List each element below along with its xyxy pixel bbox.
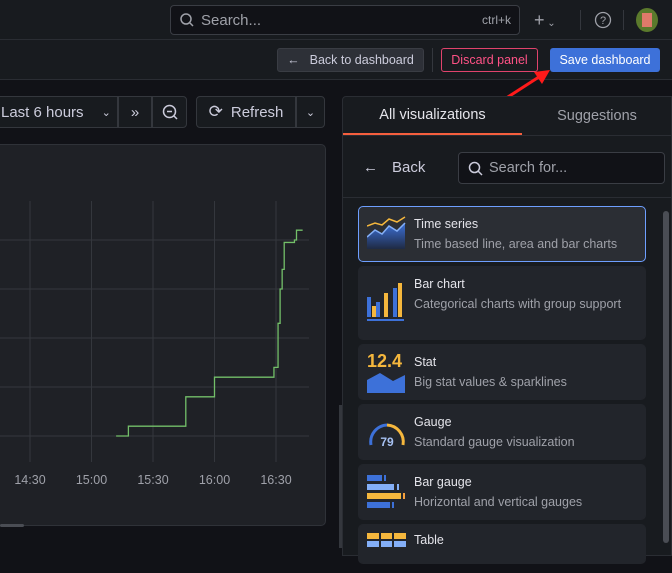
- zoom-out-button[interactable]: [152, 96, 187, 128]
- gauge-icon: 79: [369, 423, 405, 449]
- back-to-dashboard-button[interactable]: ← Back to dashboard: [277, 48, 424, 72]
- tab-suggestions[interactable]: Suggestions: [522, 97, 672, 135]
- svg-text:?: ?: [600, 15, 606, 27]
- viz-title: Bar gauge: [414, 475, 472, 489]
- viz-description: Time based line, area and bar charts: [414, 237, 618, 251]
- divider: [580, 10, 581, 30]
- divider: [623, 10, 624, 30]
- time-range-label: Last 6 hours: [1, 103, 84, 121]
- time-range-picker[interactable]: Last 6 hours ⌄: [0, 96, 118, 128]
- viz-item-time-series[interactable]: Time series Time based line, area and ba…: [358, 206, 646, 262]
- x-tick-label: 15:30: [137, 473, 168, 487]
- viz-description: Categorical charts with group support: [414, 297, 622, 311]
- search-shortcut: ctrl+k: [481, 13, 511, 27]
- refresh-interval-dropdown[interactable]: ⌄: [296, 96, 325, 128]
- avatar[interactable]: [636, 8, 658, 32]
- viz-item-table[interactable]: Table: [358, 524, 646, 564]
- list-scrollbar[interactable]: [663, 211, 669, 543]
- chevron-down-icon: ⌄: [305, 106, 316, 119]
- back-button[interactable]: ← Back: [363, 159, 425, 176]
- viz-item-bar-gauge[interactable]: Bar gauge Horizontal and vertical gauges: [358, 464, 646, 520]
- tab-all-visualizations[interactable]: All visualizations: [343, 97, 522, 135]
- back-label: Back: [392, 159, 426, 176]
- bar-chart-icon: [367, 283, 404, 321]
- viz-title: Bar chart: [414, 277, 465, 291]
- refresh-label: Refresh: [230, 103, 284, 121]
- x-tick-label: 16:30: [260, 473, 291, 487]
- chevron-down-icon: ⌄: [544, 18, 556, 29]
- viz-title: Table: [414, 533, 444, 547]
- search-placeholder: Search for...: [489, 160, 568, 176]
- time-series-chart: 14:30 15:00 15:30 16:00 16:30: [0, 201, 309, 487]
- help-icon[interactable]: ?: [594, 11, 612, 29]
- divider: [432, 48, 433, 72]
- series-line: [116, 229, 303, 437]
- viz-item-bar-chart[interactable]: Bar chart Categorical charts with group …: [358, 266, 646, 340]
- add-menu-button[interactable]: + ⌄: [534, 10, 556, 31]
- save-dashboard-button[interactable]: Save dashboard: [550, 48, 660, 72]
- back-label: Back to dashboard: [309, 53, 414, 67]
- plus-icon: +: [534, 10, 545, 30]
- stat-sparkline-icon: [367, 373, 405, 393]
- refresh-button[interactable]: ⟳ Refresh: [196, 96, 296, 128]
- search-icon: [180, 13, 194, 27]
- viz-item-gauge[interactable]: 79 Gauge Standard gauge visualization: [358, 404, 646, 460]
- zoom-out-icon: [162, 104, 178, 120]
- forward-icon: »: [130, 103, 140, 121]
- search-icon: [468, 161, 483, 176]
- viz-description: Standard gauge visualization: [414, 435, 575, 449]
- bar-gauge-icon: [367, 475, 405, 508]
- viz-title: Stat: [414, 355, 437, 369]
- search-placeholder: Search...: [201, 11, 262, 29]
- arrow-left-icon: ←: [363, 159, 378, 176]
- gauge-icon-value: 79: [380, 435, 394, 449]
- stat-icon-value: 12.4: [367, 351, 403, 371]
- refresh-icon: ⟳: [208, 102, 223, 121]
- x-tick-label: 14:30: [14, 473, 45, 487]
- viz-title: Gauge: [414, 415, 452, 429]
- viz-title: Time series: [414, 217, 479, 231]
- divider: [343, 135, 672, 136]
- x-tick-label: 15:00: [76, 473, 107, 487]
- global-search[interactable]: Search... ctrl+k: [170, 5, 520, 35]
- divider: [343, 197, 672, 198]
- viz-item-stat[interactable]: 12.4 Stat Big stat values & sparklines: [358, 344, 646, 400]
- top-bar: Search... ctrl+k + ⌄ ?: [0, 0, 672, 40]
- panel-edit-toolbar: ← Back to dashboard Discard panel Save da…: [0, 40, 672, 80]
- viz-description: Horizontal and vertical gauges: [414, 495, 583, 509]
- viz-description: Big stat values & sparklines: [414, 375, 567, 389]
- horizontal-scrollbar[interactable]: [0, 524, 24, 527]
- viz-search-input[interactable]: Search for...: [458, 152, 665, 184]
- x-tick-label: 16:00: [199, 473, 230, 487]
- time-series-icon: [367, 216, 406, 249]
- time-forward-button[interactable]: »: [118, 96, 152, 128]
- arrow-left-icon: ←: [287, 53, 300, 67]
- table-icon: [367, 533, 406, 547]
- chevron-down-icon: ⌄: [101, 106, 111, 119]
